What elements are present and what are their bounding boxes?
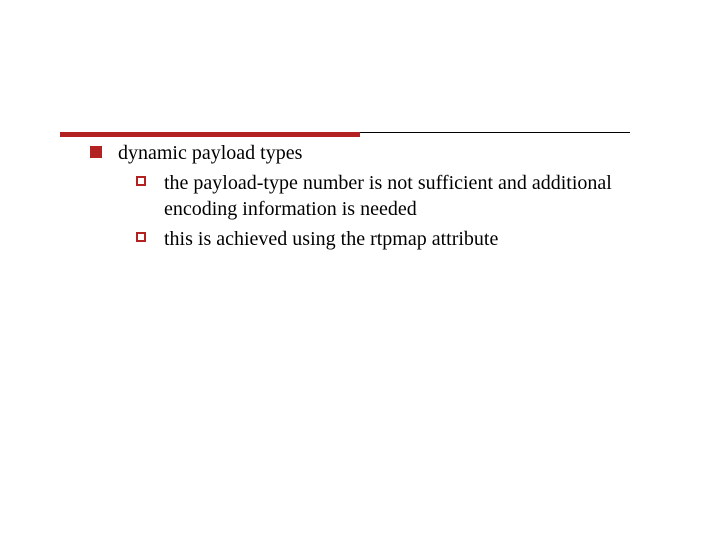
hollow-square-icon <box>136 176 146 186</box>
hollow-square-icon <box>136 232 146 242</box>
bullet-text: dynamic payload types <box>118 142 302 164</box>
filled-square-icon <box>90 146 102 158</box>
bullet-text: the payload-type number is not sufficien… <box>164 172 612 220</box>
bullet-list-level1: dynamic payload types the payload-type n… <box>90 140 640 252</box>
bullet-text: this is achieved using the rtpmap attrib… <box>164 228 498 250</box>
divider-thin <box>360 132 630 133</box>
list-item: this is achieved using the rtpmap attrib… <box>136 226 640 252</box>
slide: dynamic payload types the payload-type n… <box>0 0 720 540</box>
slide-body: dynamic payload types the payload-type n… <box>90 140 640 258</box>
divider-thick <box>60 132 360 137</box>
list-item: dynamic payload types the payload-type n… <box>90 140 640 252</box>
list-item: the payload-type number is not sufficien… <box>136 170 640 222</box>
bullet-list-level2: the payload-type number is not sufficien… <box>136 170 640 252</box>
